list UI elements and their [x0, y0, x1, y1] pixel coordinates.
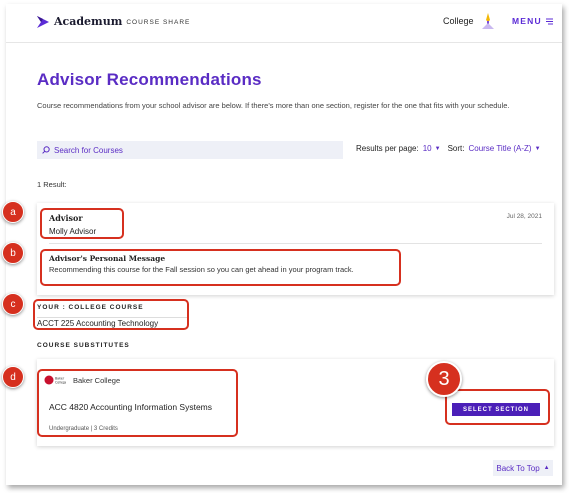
- college-avatar-icon[interactable]: [479, 12, 497, 30]
- callout-badge-a: a: [2, 201, 24, 223]
- caret-down-icon: ▼: [534, 145, 541, 152]
- sort-label: Sort:: [447, 144, 465, 153]
- callout-badge-d: d: [2, 366, 24, 388]
- callout-highlight-advisor: [40, 208, 124, 239]
- recommendation-date: Jul 28, 2021: [506, 213, 542, 220]
- academum-logo-icon: [37, 15, 49, 28]
- caret-up-icon: ▲: [543, 465, 550, 471]
- callout-badge-c: c: [2, 293, 24, 315]
- top-navigation-bar: Academum COURSE SHARE College MENU: [6, 4, 562, 43]
- callout-highlight-message: [40, 249, 401, 286]
- divider: [49, 243, 542, 244]
- callout-highlight-substitute: [37, 369, 238, 437]
- college-link[interactable]: College: [443, 16, 474, 26]
- page-title: Advisor Recommendations: [37, 70, 262, 89]
- callout-badge-step: 3: [426, 361, 462, 397]
- callout-highlight-your-course: [33, 299, 189, 330]
- callout-highlight-select: [445, 389, 550, 425]
- callout-badge-b: b: [2, 242, 24, 264]
- course-substitutes-label: COURSE SUBSTITUTES: [37, 342, 130, 349]
- back-to-top-button[interactable]: Back To Top ▲: [493, 460, 553, 476]
- back-to-top-label: Back To Top: [496, 463, 540, 473]
- results-controls: Results per page: 10 ▼ Sort: Course Titl…: [356, 144, 548, 153]
- search-icon: [42, 146, 50, 154]
- brand-subtitle: COURSE SHARE: [126, 18, 191, 26]
- results-per-page-label: Results per page:: [356, 144, 419, 153]
- page-intro: Course recommendations from your school …: [37, 101, 510, 110]
- caret-down-icon: ▼: [434, 145, 441, 152]
- results-per-page-select[interactable]: 10: [423, 144, 432, 153]
- menu-label: MENU: [512, 16, 542, 26]
- menu-button[interactable]: MENU: [512, 16, 553, 26]
- brand-logo[interactable]: Academum COURSE SHARE: [37, 15, 190, 28]
- brand-name: Academum: [54, 15, 123, 28]
- results-count: 1 Result:: [37, 180, 67, 189]
- sort-select[interactable]: Course Title (A-Z): [468, 144, 531, 153]
- search-input[interactable]: Search for Courses: [37, 141, 343, 159]
- search-placeholder: Search for Courses: [54, 145, 123, 155]
- hamburger-icon: [545, 18, 553, 24]
